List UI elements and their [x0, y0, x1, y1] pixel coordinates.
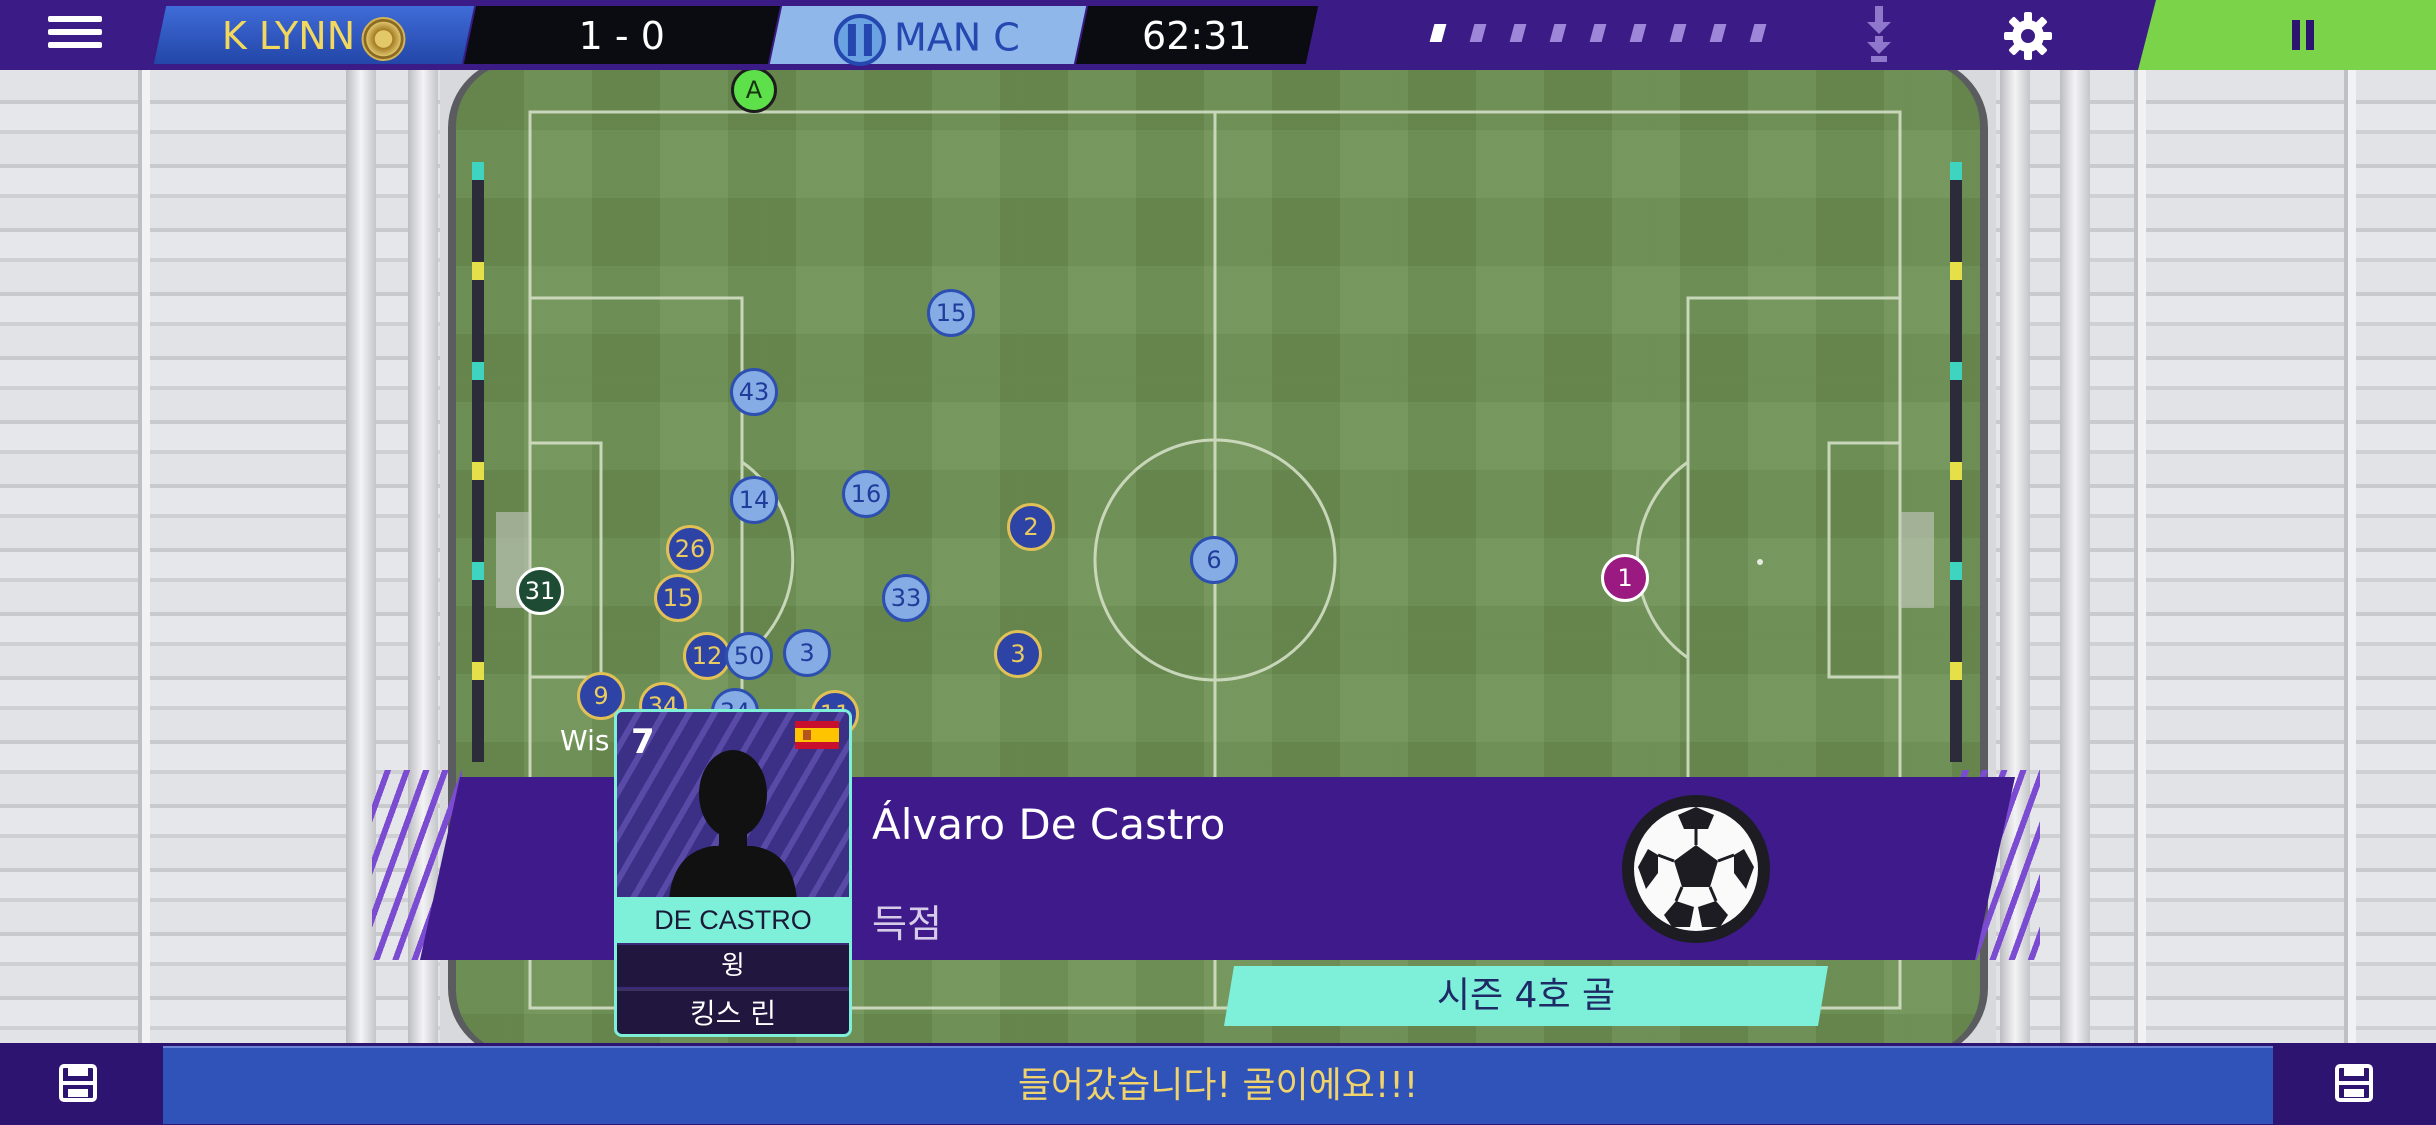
- away-team-name: MAN C: [894, 15, 1020, 60]
- player-marker[interactable]: 1: [1601, 554, 1649, 602]
- player-marker[interactable]: 14: [730, 476, 778, 524]
- player-marker[interactable]: 15: [927, 289, 975, 337]
- player-marker[interactable]: 12: [683, 632, 731, 680]
- home-crest-icon: [361, 16, 406, 61]
- player-marker[interactable]: 15: [654, 574, 702, 622]
- away-team-panel: MAN C: [769, 6, 1087, 66]
- progress-segment: [1429, 24, 1447, 42]
- player-marker[interactable]: 2: [1007, 503, 1055, 551]
- home-team-panel: K LYNN: [153, 6, 475, 64]
- pause-button[interactable]: [2138, 0, 2436, 70]
- commentary-text: 들어갔습니다! 골이에요!!!: [163, 1046, 2273, 1124]
- score-panel: 1 - 0: [463, 6, 781, 64]
- match-progress-indicator: [1429, 24, 1792, 46]
- progress-segment: [1629, 24, 1647, 42]
- scorer-name: Álvaro De Castro: [872, 800, 1226, 849]
- player-number: 7: [631, 722, 655, 762]
- progress-segment: [1469, 24, 1487, 42]
- player-marker[interactable]: 31: [516, 567, 564, 615]
- progress-segment: [1589, 24, 1607, 42]
- progress-segment: [1749, 24, 1767, 42]
- stand-girder: [2060, 70, 2090, 1043]
- home-team-name: K LYNN: [221, 14, 356, 58]
- pause-icon[interactable]: [2292, 20, 2316, 50]
- progress-segment: [1549, 24, 1567, 42]
- player-card[interactable]: 7 DE CASTRO 윙 킹스 린: [614, 709, 852, 1037]
- progress-segment: [1709, 24, 1727, 42]
- advertising-board-left: [472, 162, 484, 762]
- overlay-text: Wis: [560, 724, 610, 757]
- substitution-arrows-icon[interactable]: [1862, 6, 1896, 62]
- clock-panel: 62:31: [1075, 6, 1319, 64]
- tactics-icon[interactable]: [58, 1063, 98, 1103]
- match-clock: 62:31: [1142, 14, 1252, 58]
- player-name: DE CASTRO: [617, 897, 849, 943]
- progress-segment: [1669, 24, 1687, 42]
- match-header: K LYNN 1 - 0 MAN C 62:31: [0, 0, 2436, 70]
- player-club: 킹스 린: [617, 989, 849, 1034]
- football-icon: [1622, 795, 1770, 943]
- player-silhouette-icon: [669, 750, 797, 900]
- player-marker[interactable]: 16: [842, 470, 890, 518]
- event-type: 득점: [872, 902, 942, 946]
- score: 1 - 0: [578, 14, 665, 58]
- player-marker[interactable]: 6: [1190, 536, 1238, 584]
- away-crest-icon: [834, 14, 887, 66]
- player-marker[interactable]: 50: [725, 632, 773, 680]
- spain-flag-icon: [795, 721, 839, 749]
- tactics-icon[interactable]: [2334, 1063, 2374, 1103]
- referee-marker[interactable]: A: [731, 67, 777, 113]
- player-marker[interactable]: 26: [666, 525, 714, 573]
- player-marker[interactable]: 3: [994, 630, 1042, 678]
- season-goal-count: 시즌 4호 골: [1224, 966, 1828, 1026]
- player-marker[interactable]: 33: [882, 574, 930, 622]
- gear-icon[interactable]: [2004, 12, 2052, 60]
- player-marker[interactable]: 43: [730, 368, 778, 416]
- player-marker[interactable]: 3: [783, 629, 831, 677]
- advertising-board-right: [1950, 162, 1962, 762]
- progress-segment: [1509, 24, 1527, 42]
- player-position: 윙: [617, 945, 849, 987]
- hamburger-icon[interactable]: [48, 16, 102, 54]
